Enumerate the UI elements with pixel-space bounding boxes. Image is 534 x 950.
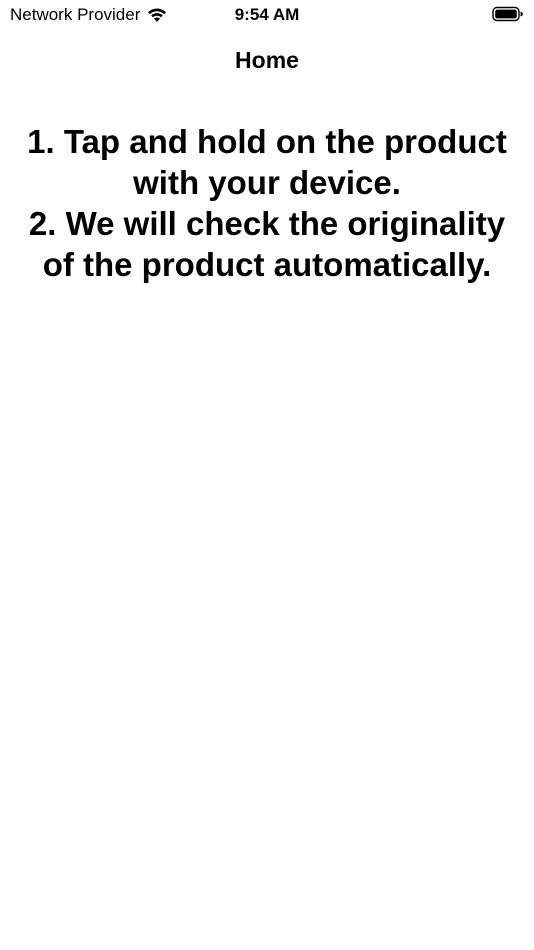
instruction-line: 1. Tap and hold on the product	[27, 123, 507, 160]
page-title: Home	[235, 47, 299, 73]
instruction-line: with your device.	[133, 164, 401, 201]
battery-icon	[492, 6, 524, 22]
instruction-line: 2. We will check the originality	[28, 205, 506, 242]
instructions-text: 1. Tap and hold on the product with your…	[12, 121, 522, 285]
status-time: 9:54 AM	[234, 5, 300, 24]
instruction-line: of the product automatically.	[42, 246, 492, 283]
status-bar: Network Provider 9:54 AM	[0, 0, 534, 30]
